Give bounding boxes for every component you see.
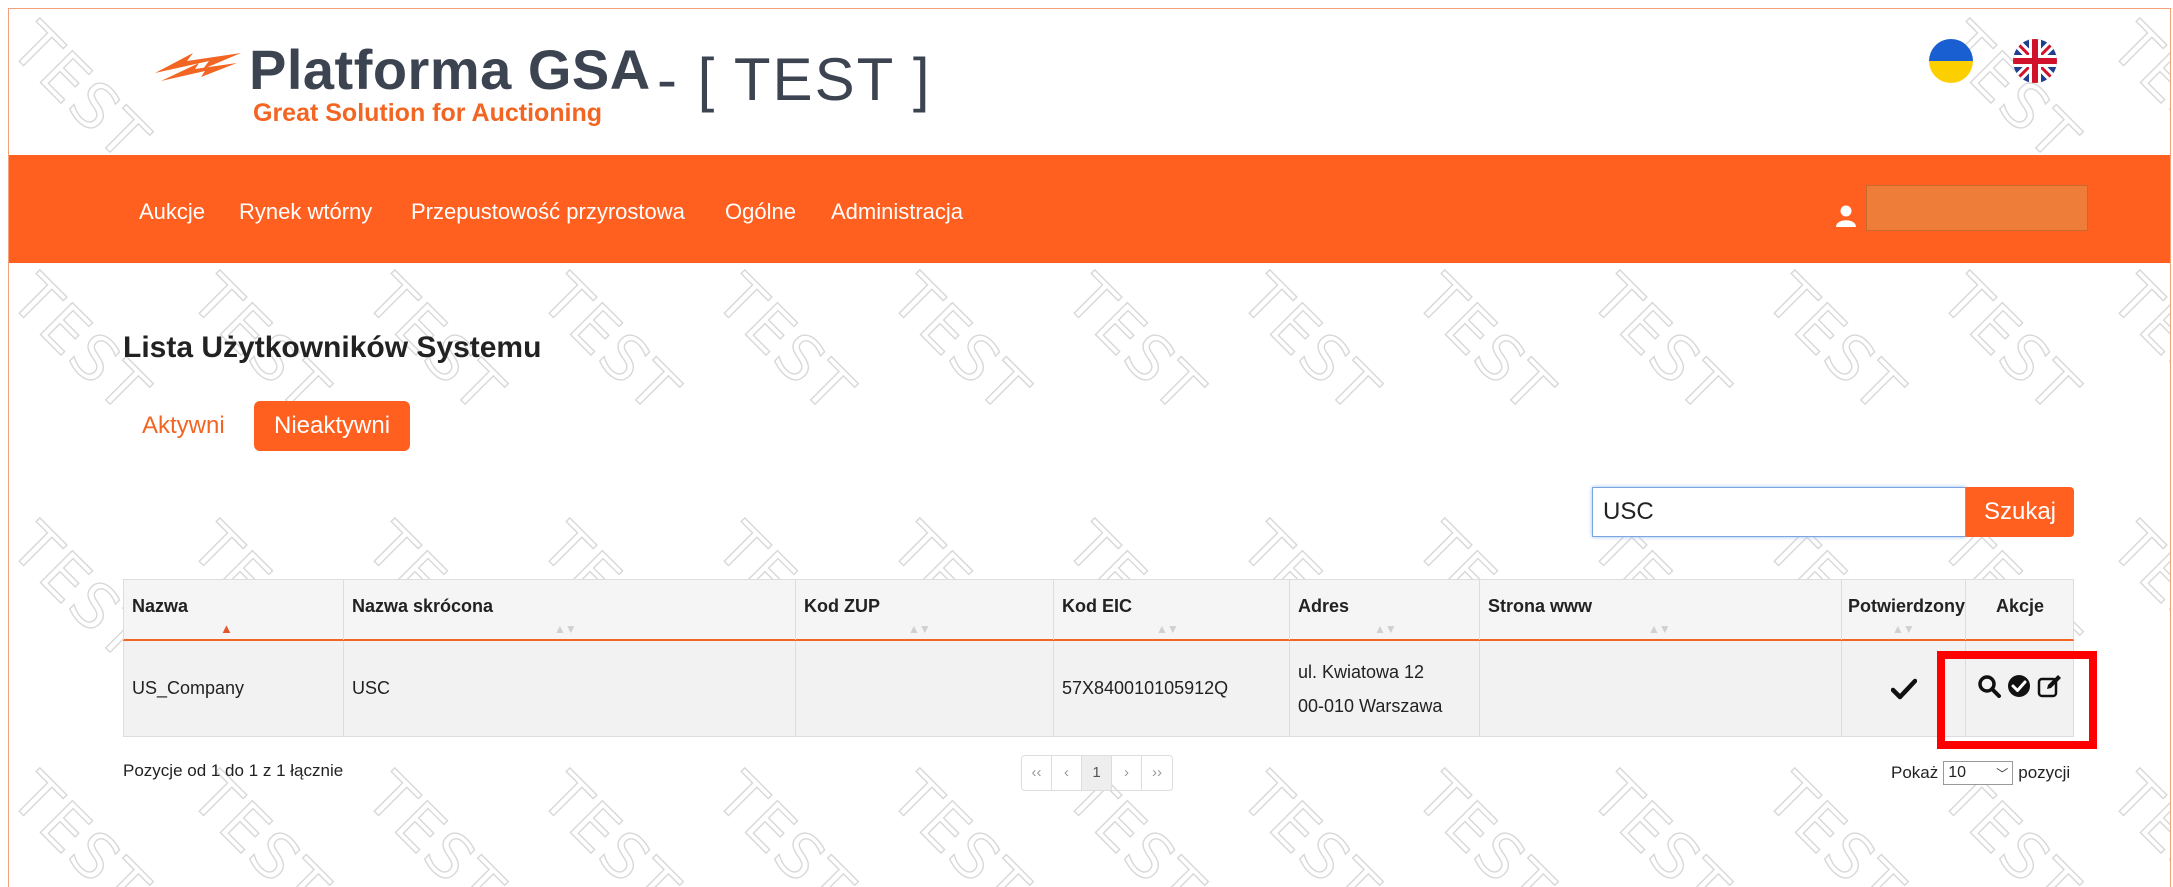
cell-kod-zup [796,641,1054,736]
sort-icon: ▲▼ [1648,622,1671,636]
sort-icon: ▲▼ [554,622,577,636]
column-label: Nazwa [132,596,189,616]
search-button[interactable]: Szukaj [1966,487,2074,537]
column-label: Adres [1298,596,1350,616]
watermark-text: TEST [1577,758,1745,887]
watermark-text: TEST [1052,260,1220,428]
pager-page-1[interactable]: 1 [1082,756,1112,790]
watermark-text: TEST [2097,9,2171,176]
column-header-potwierdzony[interactable]: Potwierdzony ▲▼ [1842,580,1966,640]
table-row[interactable]: US_Company USC 57X840010105912Q ul. Kwia… [123,641,2074,737]
sort-icon: ▲▼ [1374,622,1397,636]
table-header: Nazwa ▲ Nazwa skrócona ▲▼ Kod ZUP ▲▼ Kod… [123,579,2074,641]
cell-nazwa: US_Company [124,641,344,736]
watermark-text: TEST [1227,758,1395,887]
address-line-2: 00-010 Warszawa [1298,695,1443,716]
column-header-nazwa-skrocona[interactable]: Nazwa skrócona ▲▼ [344,580,796,640]
watermark-text: TEST [8,9,164,176]
tab-nieaktywni[interactable]: Nieaktywni [254,401,411,451]
chevron-down-icon: ﹀ [1996,766,2009,781]
watermark-text: TEST [527,260,695,428]
column-label: Akcje [1995,596,2045,616]
ukraine-flag-icon[interactable] [1929,39,1973,83]
watermark-text: TEST [527,758,695,887]
items-label: pozycji [2018,763,2071,782]
nav-item-administracja[interactable]: Administracja [831,199,963,225]
sort-icon: ▲▼ [1156,622,1179,636]
watermark-text: TEST [2097,508,2171,676]
table-info: Pozycje od 1 do 1 z 1 łącznie [123,761,344,780]
column-header-kod-zup[interactable]: Kod ZUP ▲▼ [796,580,1054,640]
pager-last[interactable]: ›› [1142,756,1172,790]
page-size-select[interactable]: 10 ﹀ [1943,761,2014,785]
app-frame: TEST TEST TEST TEST TEST TEST TEST TEST TEST TEST… [8,8,2171,887]
address-block: ul. Kwiatowa 12 00-010 Warszawa [1298,655,1442,723]
logo-subtitle: Great Solution for Auctioning [253,99,603,127]
page-size-value: 10 [1948,764,1967,781]
watermark-text: TEST [1927,260,2095,428]
sort-asc-icon: ▲ [220,621,233,636]
column-header-akcje: Akcje [1966,580,2074,640]
cell-kod-eic: 57X840010105912Q [1054,641,1290,736]
watermark-text: TEST [2097,260,2171,428]
show-label: Pokaż [1891,763,1939,782]
cell-adres: ul. Kwiatowa 12 00-010 Warszawa [1290,641,1480,736]
users-table: Nazwa ▲ Nazwa skrócona ▲▼ Kod ZUP ▲▼ Kod… [123,579,2074,737]
page-size-control: Pokaż 10 ﹀ pozycji [1891,761,2070,785]
pagination: ‹‹ ‹ 1 › ›› [1021,755,1173,791]
cell-strona-www [1480,641,1842,736]
environment-label: - [ TEST ] [657,46,932,113]
watermark-text: TEST [702,260,870,428]
watermark-text: TEST [877,260,1045,428]
user-menu-box[interactable] [1866,185,2088,231]
column-header-nazwa[interactable]: Nazwa ▲ [124,580,344,640]
pager-prev[interactable]: ‹ [1052,756,1082,790]
tab-aktywni[interactable]: Aktywni [122,401,245,451]
actions-highlight-box [1937,651,2097,749]
address-line-1: ul. Kwiatowa 12 [1298,661,1425,682]
watermark-text: TEST [1927,9,2095,176]
nav-item-przepustowosc[interactable]: Przepustowość przyrostowa [411,199,685,225]
pager-next[interactable]: › [1112,756,1142,790]
main-navbar: Aukcje Rynek wtórny Przepustowość przyro… [9,155,2170,263]
cell-nazwa-skrocona: USC [344,641,796,736]
watermark-text: TEST [1752,260,1920,428]
column-label: Strona www [1488,596,1593,616]
watermark-text: TEST [1577,260,1745,428]
user-icon[interactable] [1836,205,1856,227]
logo-mark-icon [155,53,241,81]
watermark-text: TEST [352,758,520,887]
column-header-kod-eic[interactable]: Kod EIC ▲▼ [1054,580,1290,640]
nav-item-ogolne[interactable]: Ogólne [725,199,796,225]
watermark-text: TEST [702,758,870,887]
column-label: Nazwa skrócona [352,596,494,616]
checkmark-icon [1890,678,1917,699]
sort-icon: ▲▼ [1892,622,1915,636]
sort-icon: ▲▼ [908,622,931,636]
watermark-text: TEST [1227,260,1395,428]
pager-first[interactable]: ‹‹ [1022,756,1052,790]
column-label: Kod EIC [1062,596,1132,616]
watermark-text: TEST [1402,758,1570,887]
column-header-strona-www[interactable]: Strona www ▲▼ [1480,580,1842,640]
watermark-text: TEST [2097,758,2171,887]
page-title: Lista Użytkowników Systemu [123,331,542,364]
uk-flag-icon[interactable] [2013,39,2057,83]
watermark-text: TEST [877,758,1045,887]
column-label: Kod ZUP [804,596,880,616]
column-label: Potwierdzony [1848,596,1966,616]
watermark-text: TEST [1402,260,1570,428]
nav-item-rynek-wtorny[interactable]: Rynek wtórny [239,199,372,225]
search-input[interactable] [1592,487,1966,537]
column-header-adres[interactable]: Adres ▲▼ [1290,580,1480,640]
logo-title: Platforma GSA [249,38,651,101]
nav-item-aukcje[interactable]: Aukcje [139,199,205,225]
